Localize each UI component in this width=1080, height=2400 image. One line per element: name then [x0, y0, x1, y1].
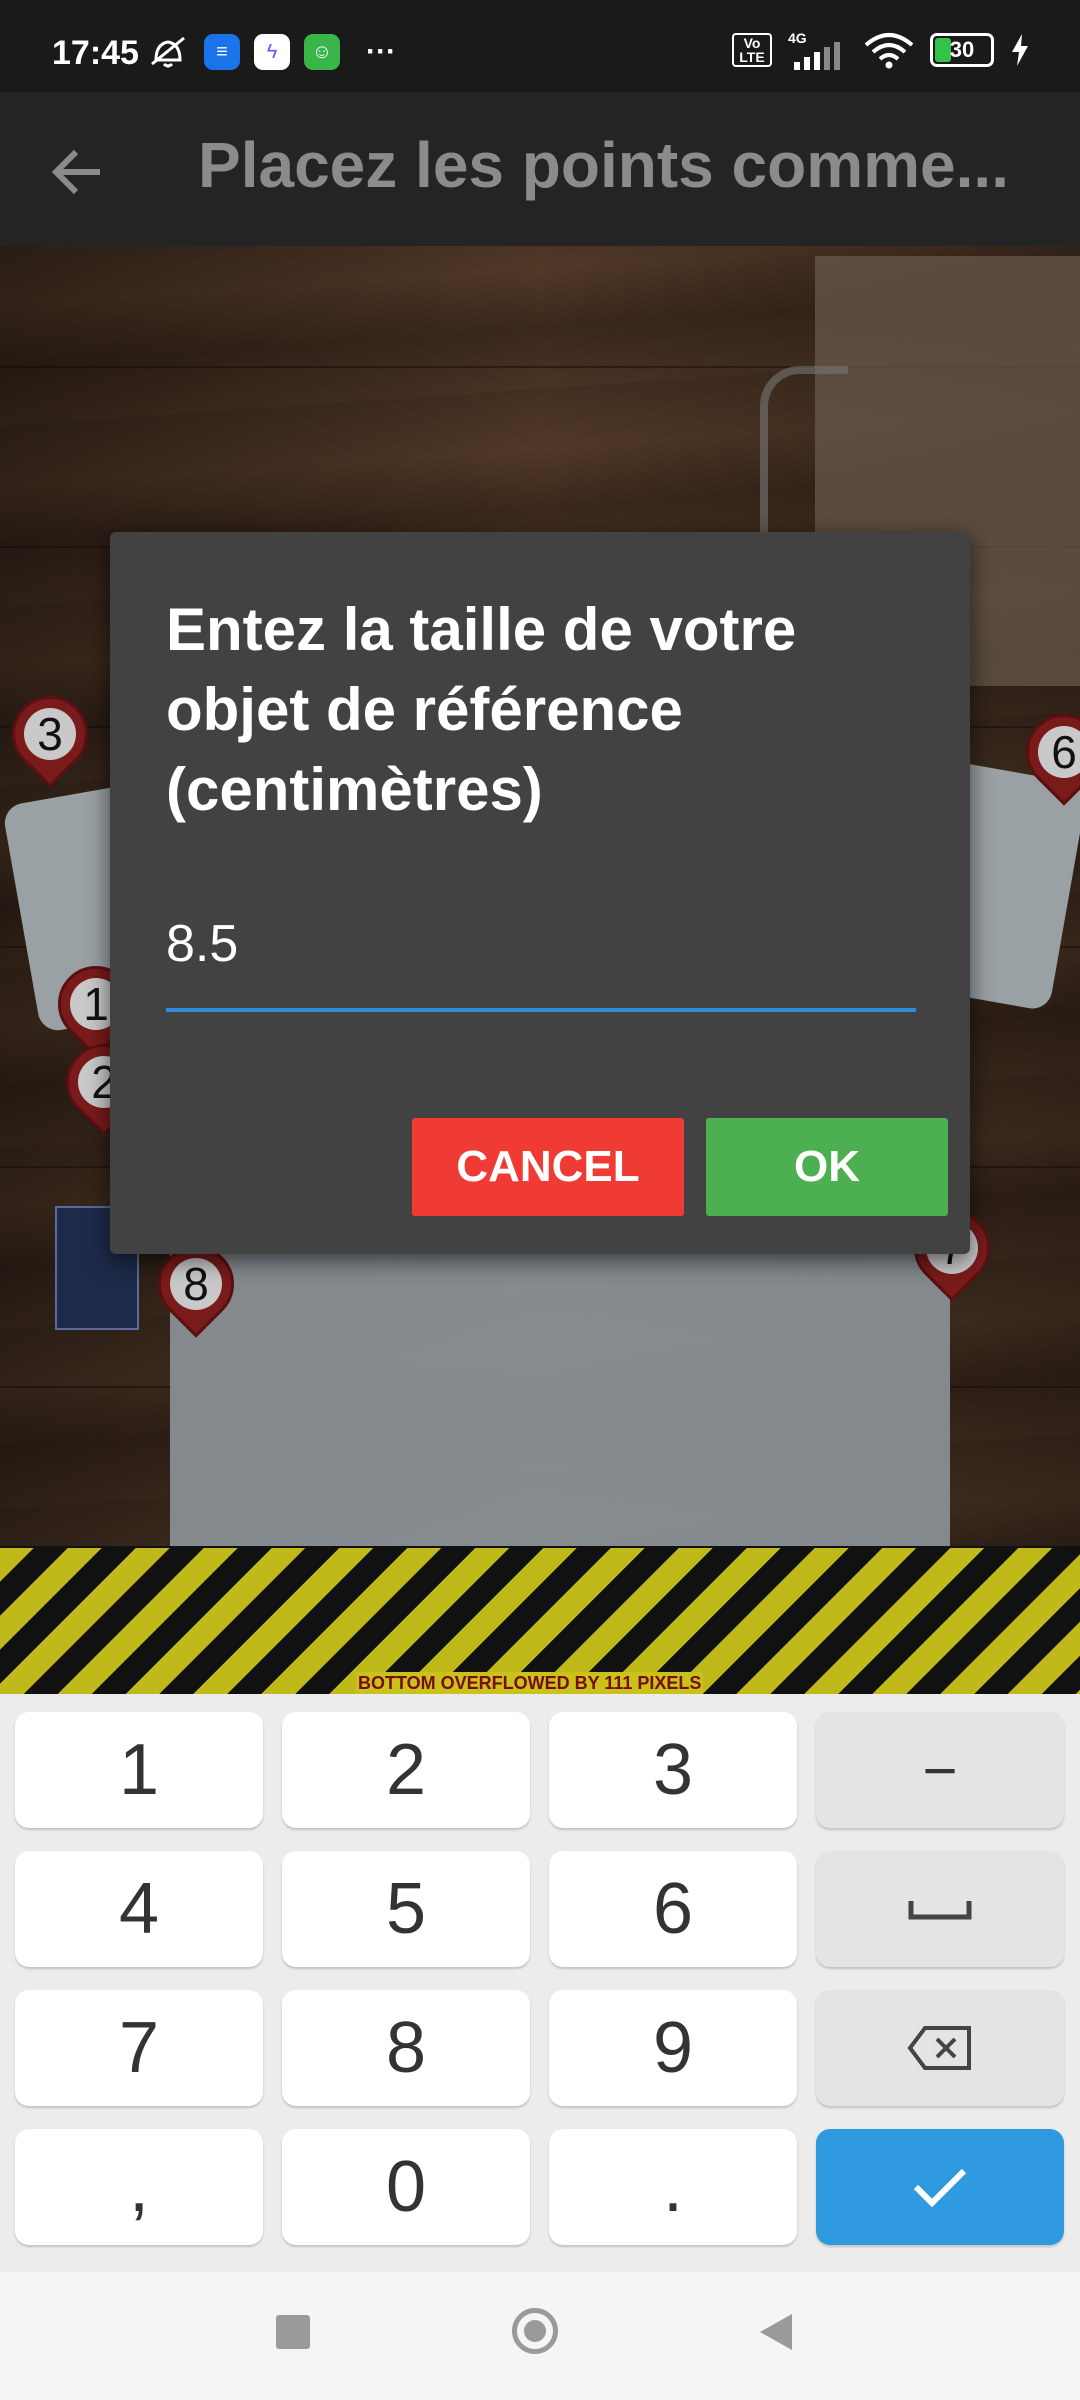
marker-3[interactable]: 3 [0, 680, 104, 806]
recents-button[interactable] [276, 2315, 310, 2349]
key-comma[interactable]: , [15, 2129, 263, 2245]
key-0[interactable]: 0 [282, 2129, 530, 2245]
mute-icon [146, 34, 190, 70]
battery-level: 30 [949, 37, 975, 62]
signal-icon: 4G [788, 30, 848, 70]
messenger-app-icon: ϟ [254, 34, 290, 70]
back-button[interactable] [48, 142, 108, 202]
key-1[interactable]: 1 [15, 1712, 263, 1828]
key-minus[interactable]: − [816, 1712, 1064, 1828]
key-done[interactable] [816, 2129, 1064, 2245]
key-4[interactable]: 4 [15, 1851, 263, 1967]
app-bar: Placez les points comme... [0, 92, 1080, 246]
marker-label: 8 [170, 1258, 222, 1310]
arrow-back-icon [51, 149, 100, 195]
dialog-title: Entez la taille de votre objet de référe… [166, 596, 797, 823]
more-notifications-icon: ··· [366, 35, 396, 68]
checkmark-icon [913, 2168, 967, 2208]
marker-label: 3 [24, 708, 76, 760]
key-3[interactable]: 3 [549, 1712, 797, 1828]
key-7[interactable]: 7 [15, 1990, 263, 2106]
key-6[interactable]: 6 [549, 1851, 797, 1967]
space-icon [908, 1901, 972, 1920]
cancel-button[interactable]: CANCEL [412, 1118, 684, 1216]
page-title: Placez les points comme... [198, 129, 1009, 201]
marker-6[interactable]: 6 [1010, 698, 1080, 824]
key-backspace[interactable] [816, 1990, 1064, 2106]
messages-app-icon: ≡ [204, 34, 240, 70]
ok-button[interactable]: OK [706, 1118, 948, 1216]
key-5[interactable]: 5 [282, 1851, 530, 1967]
charging-icon [1012, 34, 1028, 66]
key-8[interactable]: 8 [282, 1990, 530, 2106]
numeric-keyboard: 1 2 3 − 4 5 6 7 8 9 , 0 . [0, 1694, 1080, 2272]
home-button[interactable] [512, 2308, 558, 2354]
marker-8[interactable]: 8 [142, 1230, 250, 1356]
key-space[interactable] [816, 1851, 1064, 1967]
wifi-icon [864, 33, 914, 69]
key-9[interactable]: 9 [549, 1990, 797, 2106]
key-2[interactable]: 2 [282, 1712, 530, 1828]
key-period[interactable]: . [549, 2129, 797, 2245]
status-bar: 17:45 ≡ ϟ ☺ ··· Vo LTE 4G 30 [0, 0, 1080, 92]
battery-icon: 30 [930, 33, 994, 67]
status-time: 17:45 [52, 34, 139, 72]
android-app-icon: ☺ [304, 34, 340, 70]
size-input-underline [166, 1008, 916, 1012]
status-right: Vo LTE 4G 30 [732, 30, 1030, 70]
overflow-warning-text: BOTTOM OVERFLOWED BY 111 PIXELS [356, 1672, 704, 1695]
system-back-button[interactable] [760, 2314, 792, 2350]
size-input[interactable]: 8.5 [166, 914, 238, 974]
system-nav-bar [0, 2272, 1080, 2400]
backspace-icon [907, 2026, 971, 2070]
volte-icon: Vo LTE [732, 33, 772, 67]
reference-size-dialog: Entez la taille de votre objet de référe… [110, 532, 970, 1254]
